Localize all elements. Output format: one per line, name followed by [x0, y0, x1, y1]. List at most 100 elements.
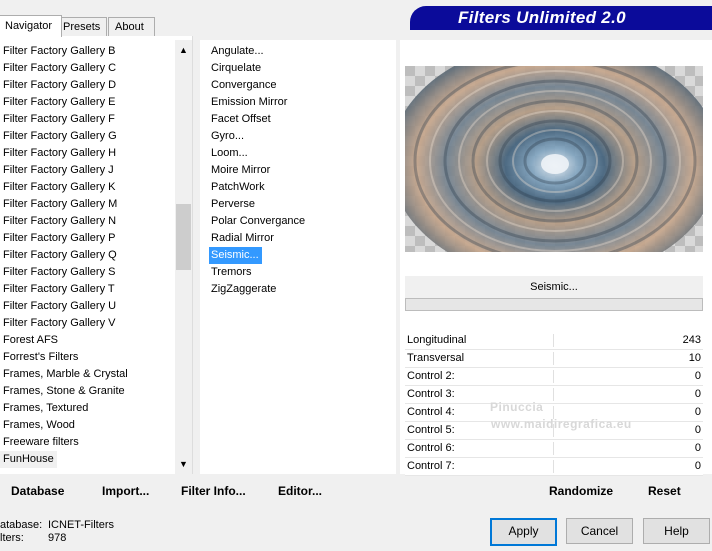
- category-list[interactable]: Filter Factory Gallery B Filter Factory G…: [0, 36, 193, 474]
- category-item[interactable]: Forest AFS: [3, 332, 58, 349]
- import-button[interactable]: Import...: [102, 484, 149, 498]
- filter-item[interactable]: Perverse: [209, 196, 258, 213]
- status-filters-value: 978: [48, 532, 67, 544]
- category-item[interactable]: FunHouse: [0, 451, 57, 468]
- category-item[interactable]: Frames, Textured: [3, 400, 88, 417]
- tab-presets-label: Presets: [63, 21, 101, 33]
- apply-button[interactable]: Apply: [490, 518, 557, 546]
- status-filters-label: lters:: [0, 532, 24, 544]
- param-label: Longitudinal: [407, 334, 467, 346]
- filter-info-button[interactable]: Filter Info...: [181, 484, 246, 498]
- randomize-button[interactable]: Randomize: [549, 484, 613, 498]
- param-label: Control 6:: [407, 442, 455, 454]
- category-item[interactable]: Filter Factory Gallery K: [3, 179, 115, 196]
- category-item[interactable]: Filter Factory Gallery M: [3, 196, 117, 213]
- param-value[interactable]: 10: [689, 352, 701, 364]
- tab-navigator[interactable]: Navigator: [0, 15, 62, 37]
- param-label: Control 7:: [407, 460, 455, 472]
- progress-bar: [405, 298, 703, 311]
- param-label: Control 2:: [407, 370, 455, 382]
- status-database-value: ICNET-Filters: [48, 519, 114, 531]
- category-item[interactable]: Filter Factory Gallery J: [3, 162, 114, 179]
- category-item[interactable]: Forrest's Filters: [3, 349, 78, 366]
- filter-title-bar: Seismic...: [405, 276, 703, 298]
- param-row[interactable]: Transversal 10: [405, 350, 703, 368]
- database-button[interactable]: Database: [11, 484, 64, 498]
- filter-title: Seismic...: [530, 281, 578, 293]
- param-label: Control 4:: [407, 406, 455, 418]
- filter-item[interactable]: Loom...: [209, 145, 251, 162]
- preview-swirl-image: [405, 66, 703, 252]
- filter-item[interactable]: Gyro...: [209, 128, 247, 145]
- filter-item[interactable]: Facet Offset: [209, 111, 274, 128]
- watermark-name: Pinuccia: [490, 400, 544, 414]
- param-value[interactable]: 0: [695, 388, 701, 400]
- category-item[interactable]: Filter Factory Gallery U: [3, 298, 116, 315]
- category-item[interactable]: Filter Factory Gallery P: [3, 230, 115, 247]
- watermark-site: www.maidiregrafica.eu: [491, 417, 632, 431]
- app-title: Filters Unlimited 2.0: [458, 8, 626, 27]
- category-item[interactable]: Freeware filters: [3, 434, 79, 451]
- category-item[interactable]: Filter Factory Gallery V: [3, 315, 115, 332]
- category-item[interactable]: Filter Factory Gallery G: [3, 128, 117, 145]
- param-divider: [553, 334, 554, 347]
- preview-image: [405, 66, 703, 252]
- param-divider: [553, 352, 554, 365]
- cancel-button[interactable]: Cancel: [566, 518, 633, 544]
- editor-button[interactable]: Editor...: [278, 484, 322, 498]
- scroll-down-icon[interactable]: ▼: [175, 456, 192, 473]
- param-value[interactable]: 0: [695, 424, 701, 436]
- param-divider: [553, 388, 554, 401]
- filter-item[interactable]: Angulate...: [209, 43, 267, 60]
- filter-item[interactable]: PatchWork: [209, 179, 268, 196]
- filter-item[interactable]: Seismic...: [209, 247, 262, 264]
- param-value[interactable]: 0: [695, 442, 701, 454]
- category-item[interactable]: Filter Factory Gallery N: [3, 213, 116, 230]
- category-scrollbar[interactable]: ▲ ▼: [175, 40, 192, 474]
- param-value[interactable]: 0: [695, 370, 701, 382]
- tab-about[interactable]: About: [108, 17, 155, 36]
- filter-item[interactable]: Moire Mirror: [209, 162, 273, 179]
- category-item[interactable]: Filter Factory Gallery F: [3, 111, 115, 128]
- filter-item[interactable]: ZigZaggerate: [209, 281, 279, 298]
- status-database-label: atabase:: [0, 519, 43, 531]
- param-value[interactable]: 0: [695, 460, 701, 472]
- category-item[interactable]: Frames, Stone & Granite: [3, 383, 125, 400]
- param-row[interactable]: Control 2: 0: [405, 368, 703, 386]
- category-item[interactable]: Filter Factory Gallery D: [3, 77, 116, 94]
- filter-item[interactable]: Cirquelate: [209, 60, 264, 77]
- param-row[interactable]: Control 3: 0: [405, 386, 703, 404]
- param-value[interactable]: 243: [683, 334, 701, 346]
- filter-item[interactable]: Convergance: [209, 77, 279, 94]
- scroll-thumb[interactable]: [176, 204, 191, 270]
- scroll-up-icon[interactable]: ▲: [175, 42, 192, 59]
- reset-button[interactable]: Reset: [648, 484, 681, 498]
- category-item[interactable]: Filter Factory Gallery E: [3, 94, 115, 111]
- category-item[interactable]: Frames, Marble & Crystal: [3, 366, 128, 383]
- param-label: Transversal: [407, 352, 465, 364]
- help-button[interactable]: Help: [643, 518, 710, 544]
- filter-list[interactable]: Angulate... Cirquelate Convergance Emission…: [200, 40, 396, 474]
- param-label: Control 5:: [407, 424, 455, 436]
- category-item[interactable]: Frames, Wood: [3, 417, 75, 434]
- filter-item[interactable]: Emission Mirror: [209, 94, 290, 111]
- param-row[interactable]: Longitudinal 243: [405, 332, 703, 350]
- param-value[interactable]: 0: [695, 406, 701, 418]
- category-item[interactable]: Filter Factory Gallery T: [3, 281, 115, 298]
- filter-item[interactable]: Tremors: [209, 264, 255, 281]
- tab-navigator-label: Navigator: [5, 20, 53, 32]
- tab-presets[interactable]: Presets: [56, 17, 107, 36]
- filter-item[interactable]: Polar Convergance: [209, 213, 308, 230]
- category-item[interactable]: Filter Factory Gallery H: [3, 145, 116, 162]
- param-row[interactable]: Control 6: 0: [405, 440, 703, 458]
- category-item[interactable]: Filter Factory Gallery S: [3, 264, 115, 281]
- param-divider: [553, 460, 554, 473]
- filter-item[interactable]: Radial Mirror: [209, 230, 277, 247]
- param-label: Control 3:: [407, 388, 455, 400]
- category-item[interactable]: Filter Factory Gallery Q: [3, 247, 117, 264]
- category-item[interactable]: Filter Factory Gallery C: [3, 60, 116, 77]
- category-item[interactable]: Filter Factory Gallery B: [3, 43, 115, 60]
- param-row[interactable]: Control 7: 0: [405, 458, 703, 476]
- param-divider: [553, 370, 554, 383]
- param-divider: [553, 442, 554, 455]
